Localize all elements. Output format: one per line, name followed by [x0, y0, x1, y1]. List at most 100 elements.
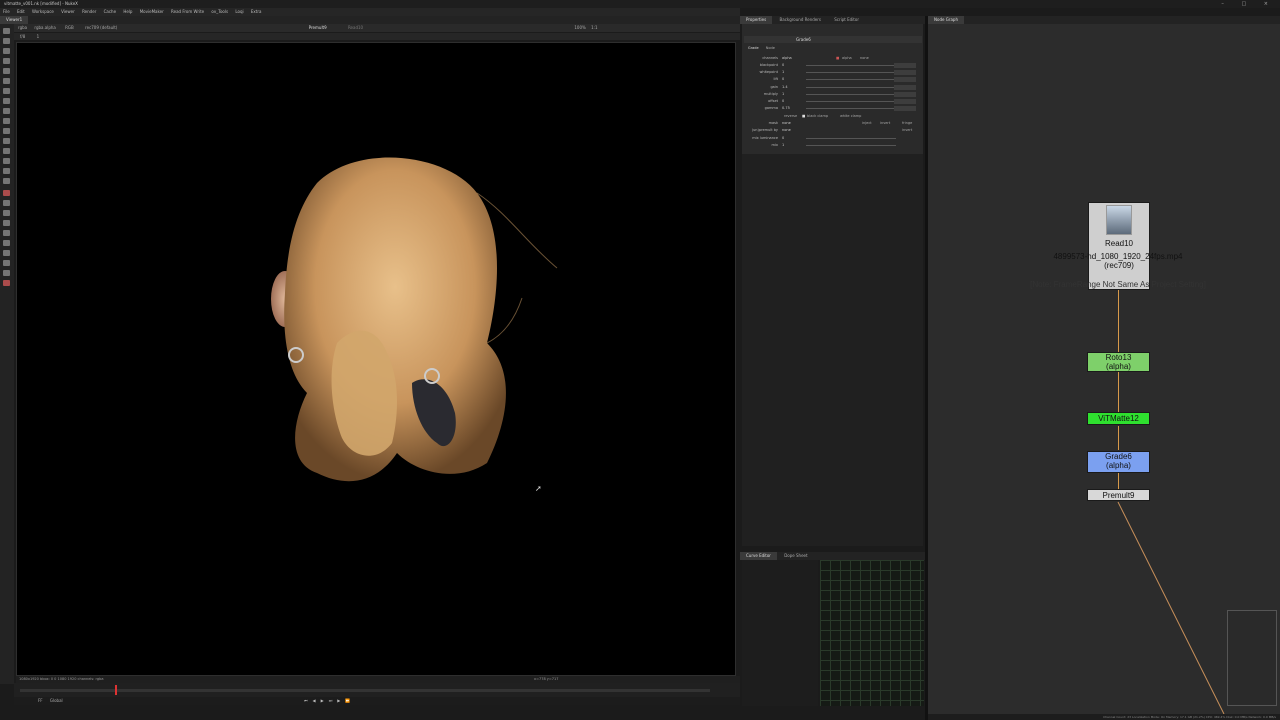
lift-slider[interactable] [806, 79, 896, 80]
extra-tool-icon[interactable] [3, 260, 10, 266]
fringe-checkbox[interactable]: fringe [902, 120, 912, 127]
gamma-slider[interactable] [806, 108, 896, 109]
curve-grid[interactable] [820, 560, 924, 706]
transform-tool-icon[interactable] [3, 108, 10, 114]
gain-buttons[interactable] [894, 85, 916, 90]
tab-viewer1[interactable]: Viewer1 [0, 16, 29, 24]
whitepoint-buttons[interactable] [894, 70, 916, 75]
tab-properties[interactable]: Properties [740, 16, 773, 24]
whitepoint-slider[interactable] [806, 72, 896, 73]
blackpoint-value[interactable]: 0 [782, 62, 784, 69]
read-node[interactable]: Read10 [1088, 202, 1150, 290]
menu-help[interactable]: Help [123, 9, 132, 14]
channel-tool-icon[interactable] [3, 58, 10, 64]
node-graph-minimap[interactable] [1227, 610, 1277, 706]
blackpoint-slider[interactable] [806, 65, 896, 66]
nuke-logo-icon[interactable] [3, 280, 10, 286]
gain-value[interactable]: 1.4 [782, 84, 788, 91]
particles-tool-icon[interactable] [3, 148, 10, 154]
menu-cache[interactable]: Cache [104, 9, 116, 14]
frame-field[interactable]: f/8 [20, 34, 25, 39]
keyer-tool-icon[interactable] [3, 88, 10, 94]
deep-tool-icon[interactable] [3, 158, 10, 164]
display-dropdown[interactable]: RGB [65, 25, 74, 30]
offset-buttons[interactable] [894, 99, 916, 104]
timeline-track[interactable] [20, 689, 710, 692]
gain-field[interactable]: 1 [37, 34, 40, 39]
mask-invert-checkbox[interactable]: invert [880, 120, 890, 127]
tab-background-renders[interactable]: Background Renders [774, 16, 827, 24]
views-tool-icon[interactable] [3, 128, 10, 134]
mix-luminance-value[interactable]: 0 [782, 135, 784, 142]
layer-dropdown[interactable]: rgba.alpha [34, 25, 55, 30]
lift-value[interactable]: 0 [782, 76, 784, 83]
toolsets-icon[interactable] [3, 168, 10, 174]
alpha-check-icon[interactable]: ■ [836, 55, 839, 62]
input-a-dropdown[interactable]: Premult9 [309, 25, 327, 30]
tab-curve-editor[interactable]: Curve Editor [740, 552, 777, 560]
channels-value[interactable]: alpha [782, 55, 792, 62]
draw-tool-icon[interactable] [3, 38, 10, 44]
python-tool-icon[interactable] [3, 230, 10, 236]
menu-moviemaker[interactable]: MovieMaker [140, 9, 164, 14]
inject-checkbox[interactable]: inject [862, 120, 872, 127]
mask-dropdown[interactable]: none [782, 120, 791, 127]
mix-value[interactable]: 1 [782, 142, 784, 149]
viewer-canvas[interactable] [16, 42, 736, 676]
zoom-dropdown[interactable]: 100% [574, 25, 585, 30]
offset-value[interactable]: 0 [782, 98, 784, 105]
mix-slider[interactable] [806, 145, 896, 146]
whitepoint-value[interactable]: 1 [782, 69, 784, 76]
merge-tool-icon[interactable] [3, 98, 10, 104]
transport-buttons[interactable]: ⏮◀▶⏭▶⏩ [304, 698, 355, 703]
subtab-grade[interactable]: Grade [748, 46, 759, 50]
gamma-value[interactable]: 0.75 [782, 105, 790, 112]
filter-tool-icon[interactable] [3, 78, 10, 84]
user-tool-icon[interactable] [3, 250, 10, 256]
menu-render[interactable]: Render [82, 9, 96, 14]
time-tool-icon[interactable] [3, 48, 10, 54]
grade-node-name[interactable]: Grade6 [796, 37, 811, 42]
roto-node[interactable]: Roto13 (alpha) [1087, 352, 1150, 372]
color-tool-icon[interactable] [3, 68, 10, 74]
unpremult-dropdown[interactable]: none [782, 127, 791, 134]
white-clamp-checkbox[interactable]: white clamp [840, 113, 861, 120]
menu-loqi[interactable]: Loqi [235, 9, 243, 14]
grade-node[interactable]: Grade6 (alpha) [1087, 451, 1150, 473]
premult-node[interactable]: Premult9 [1087, 489, 1150, 501]
menu-file[interactable]: File [3, 9, 10, 14]
black-clamp-check-icon[interactable]: ■ [802, 113, 805, 120]
channels-dropdown[interactable]: rgba [18, 25, 27, 30]
blackpoint-buttons[interactable] [894, 63, 916, 68]
menu-workspace[interactable]: Workspace [32, 9, 54, 14]
gamma-buttons[interactable] [894, 106, 916, 111]
plugin-tool-icon[interactable] [3, 210, 10, 216]
timeline-playhead[interactable] [115, 685, 117, 695]
gizmo-tool-icon[interactable] [3, 200, 10, 206]
subtab-node[interactable]: Node [766, 46, 775, 50]
custom-tool-icon[interactable] [3, 240, 10, 246]
input-b-dropdown[interactable]: Read10 [348, 25, 363, 30]
tab-dope-sheet[interactable]: Dope Sheet [778, 552, 813, 560]
menu-viewer[interactable]: Viewer [61, 9, 75, 14]
cattery-tool-icon[interactable] [3, 270, 10, 276]
window-controls[interactable]: – □ × [1221, 0, 1276, 8]
mask-channel-value[interactable]: none [860, 55, 869, 62]
multiply-slider[interactable] [806, 94, 896, 95]
range-mode-dropdown[interactable]: Global [50, 698, 63, 703]
unpremult-invert-checkbox[interactable]: invert [902, 127, 912, 134]
3d-tool-icon[interactable] [3, 118, 10, 124]
script-tool-icon[interactable] [3, 220, 10, 226]
menu-extra[interactable]: Extra [251, 9, 262, 14]
tab-node-graph[interactable]: Node Graph [928, 16, 964, 24]
mix-luminance-slider[interactable] [806, 138, 896, 139]
lift-buttons[interactable] [894, 77, 916, 82]
menu-read-from-write[interactable]: Read From Write [171, 9, 204, 14]
lut-dropdown[interactable]: rec709 (default) [85, 25, 117, 30]
offset-slider[interactable] [806, 101, 896, 102]
other-tool-icon[interactable] [3, 178, 10, 184]
menu-edit[interactable]: Edit [17, 9, 25, 14]
fps-field[interactable]: FF [38, 698, 43, 703]
multiply-value[interactable]: 1 [782, 91, 784, 98]
gain-slider[interactable] [806, 87, 896, 88]
